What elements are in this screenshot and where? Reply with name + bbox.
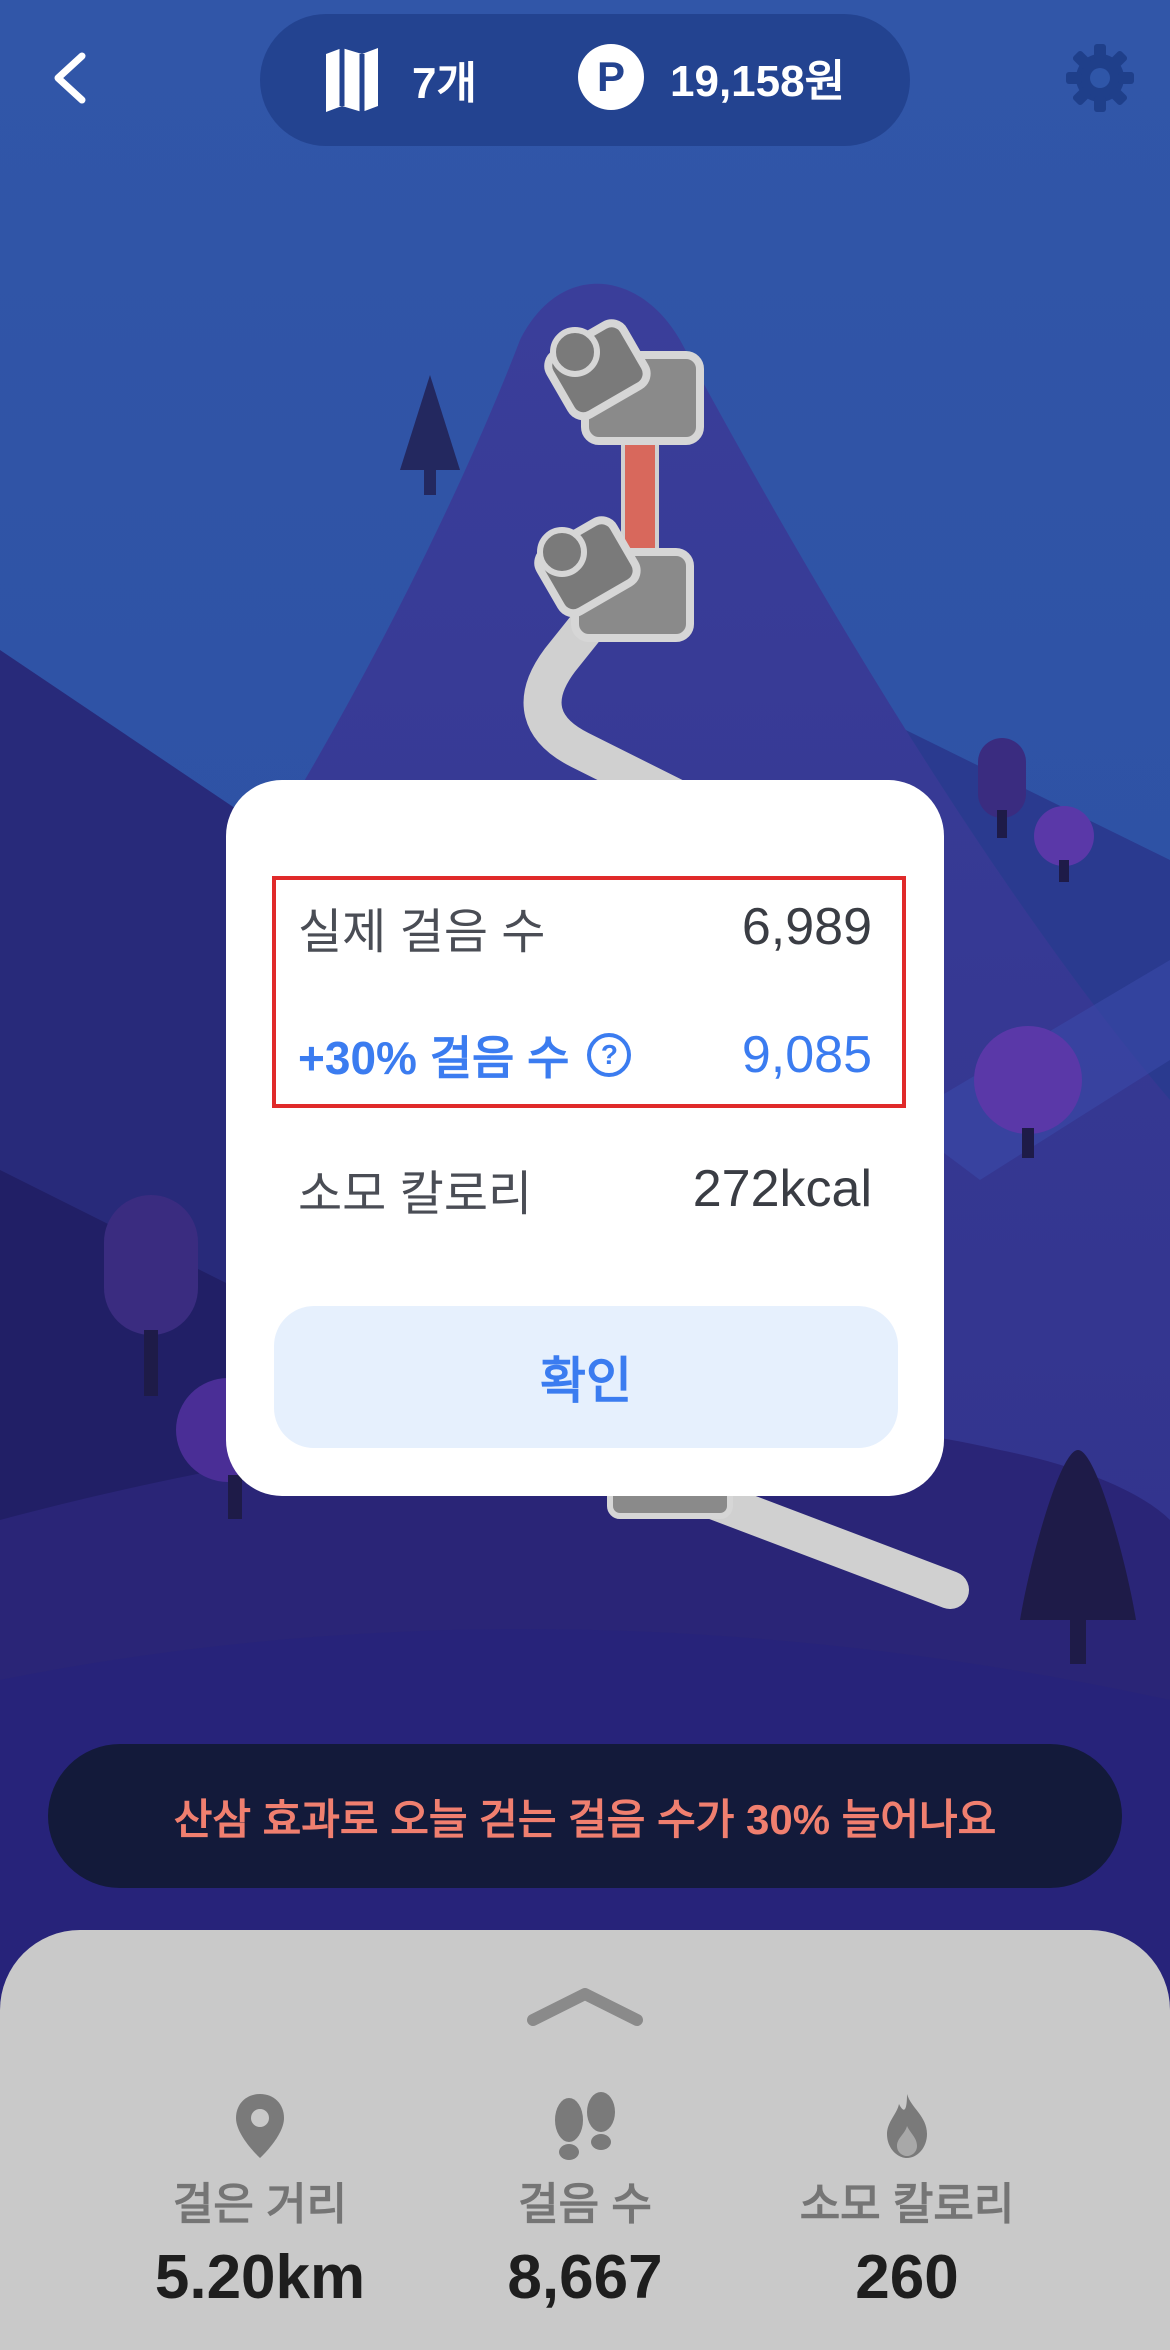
map-count-text: 7개 [412,59,477,108]
flame-icon [887,2094,927,2158]
distance-stat: 걸은 거리 5.20km [80,2090,440,2313]
bonus-steps-label-group: +30% 걸음 수 ? [298,1022,632,1088]
help-icon[interactable]: ? [587,1033,632,1077]
bonus-steps-label: +30% 걸음 수 [298,1032,570,1084]
calories-row: 소모 칼로리 272kcal [298,1154,872,1224]
location-pin-icon [236,2094,284,2158]
steps-label: 걸음 수 [518,2180,652,2229]
gear-icon [1066,44,1134,112]
steps-detail-modal: 실제 걸음 수 6,989 +30% 걸음 수 ? 9,085 소모 칼로리 2… [226,780,944,1496]
map-count[interactable]: 7개 [322,44,477,114]
actual-steps-row: 실제 걸음 수 6,989 [298,892,872,962]
steps-stat: 걸음 수 8,667 [405,2090,765,2313]
stats-bottom-sheet: 걸은 거리 5.20km 걸음 수 8,667 소모 칼로리 260 [0,1930,1170,2350]
actual-steps-value: 6,989 [741,898,872,956]
distance-label: 걸은 거리 [172,2180,348,2229]
top-status-pill: 7개 P 19,158원 [260,14,910,146]
calories-stat: 소모 칼로리 260 [727,2090,1087,2313]
chevron-left-icon [54,52,86,104]
calories-stat-value: 260 [855,2243,959,2312]
confirm-button[interactable]: 확인 [274,1306,898,1448]
steps-value: 8,667 [507,2243,663,2312]
calories-label: 소모 칼로리 [298,1168,533,1221]
distance-value: 5.20km [154,2243,366,2312]
bonus-steps-value: 9,085 [741,1026,872,1084]
bonus-steps-row: +30% 걸음 수 ? 9,085 [298,1022,872,1088]
bonus-banner: 산삼 효과로 오늘 걷는 걸음 수가 30% 늘어나요 [48,1744,1122,1888]
calories-stat-label: 소모 칼로리 [799,2180,1015,2229]
expand-handle[interactable] [525,1980,645,2030]
back-button[interactable] [42,38,102,118]
points-icon: P [578,44,644,110]
settings-button[interactable] [1060,38,1140,118]
actual-steps-label: 실제 걸음 수 [298,906,546,959]
footprints-icon [555,2092,615,2160]
points-balance[interactable]: P 19,158원 [578,44,845,110]
calories-value: 272kcal [692,1160,872,1218]
chevron-up-icon [527,1988,643,2026]
points-balance-text: 19,158원 [670,57,846,106]
map-icon [326,48,378,112]
